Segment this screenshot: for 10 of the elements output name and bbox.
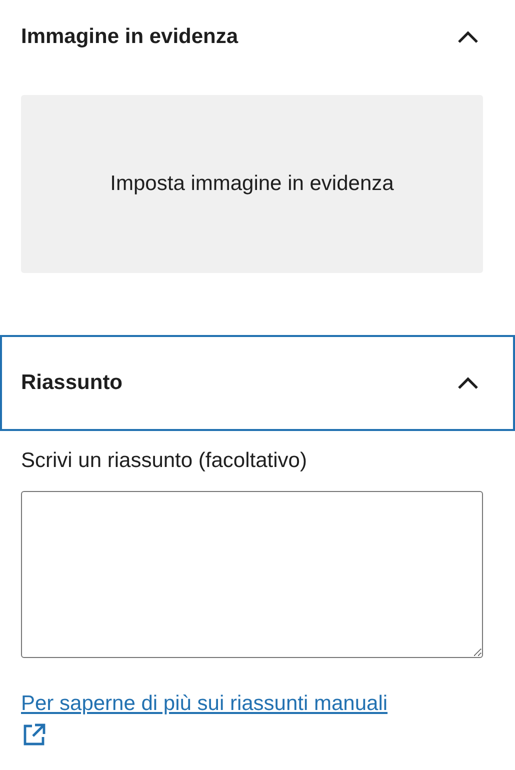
panel-title: Riassunto xyxy=(21,371,123,395)
help-link[interactable]: Per saperne di più sui riassunti manuali xyxy=(21,692,483,716)
chevron-up-icon xyxy=(457,30,479,44)
excerpt-field[interactable] xyxy=(21,491,483,658)
external-link-icon[interactable] xyxy=(21,722,47,748)
set-image-button[interactable]: Imposta immagine in evidenza xyxy=(21,95,483,273)
chevron-up-icon xyxy=(457,376,479,390)
field-label: Scrivi un riassunto (facoltativo) xyxy=(21,449,308,473)
panel-title: Immagine in evidenza xyxy=(21,25,238,49)
panel-header[interactable]: Riassunto xyxy=(0,335,515,431)
